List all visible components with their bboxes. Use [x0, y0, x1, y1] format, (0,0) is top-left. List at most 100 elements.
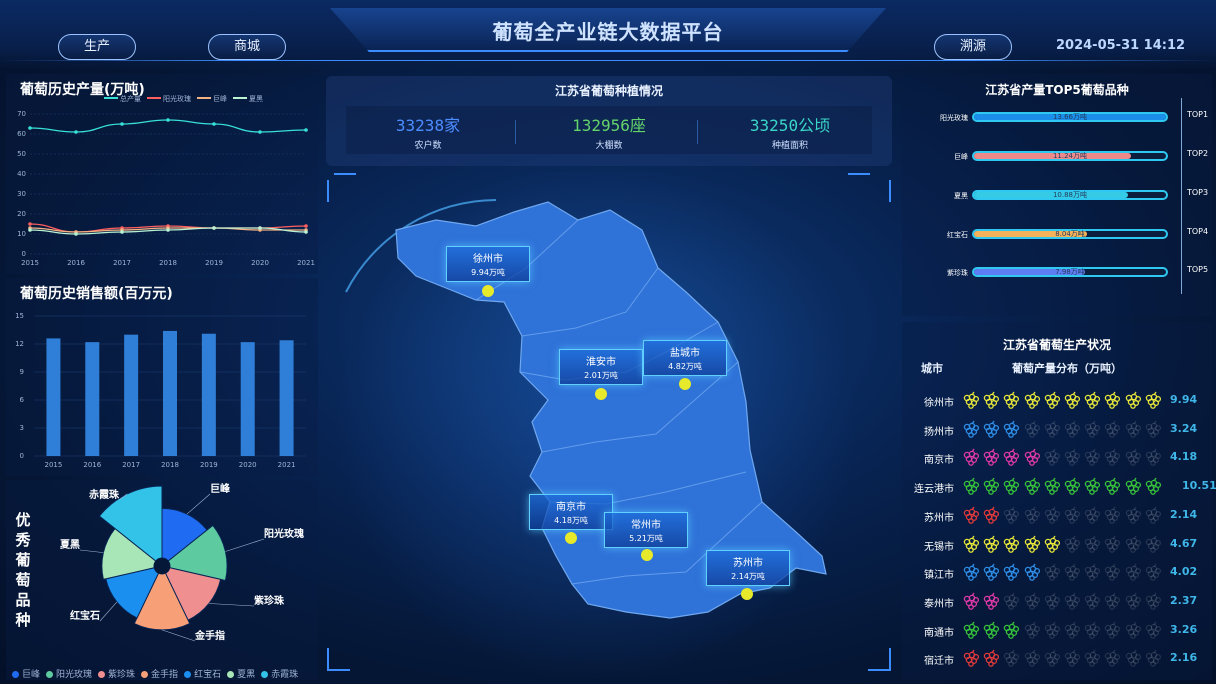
city-amount: 5.21万吨: [629, 534, 663, 543]
grape-icon: [1103, 506, 1121, 528]
map-marker: [679, 378, 691, 390]
grape-icon: [1124, 563, 1142, 585]
slice-label: 赤霞珠: [89, 488, 120, 501]
top5-value: 8.04万吨: [1055, 230, 1085, 238]
legend-item[interactable]: 巨峰: [12, 667, 40, 680]
grape-icon: [962, 391, 980, 413]
grape-icon: [982, 448, 1000, 470]
grape-icon: [1002, 448, 1020, 470]
x-tick-label: 2018: [161, 461, 179, 469]
grape-icon: [1023, 563, 1041, 585]
x-tick-label: 2018: [159, 259, 177, 267]
grape-icon: [1144, 477, 1162, 499]
grape-icon: [1083, 391, 1101, 413]
sales-bar: [46, 338, 61, 456]
nav-mall-button[interactable]: 商城: [208, 34, 286, 60]
sales-bar: [163, 330, 177, 456]
grape-icon: [1083, 506, 1101, 528]
sales-bar: [240, 342, 255, 456]
grape-icon: [1023, 391, 1041, 413]
legend-item[interactable]: 阳光玫瑰: [46, 667, 92, 680]
x-tick-label: 2017: [122, 461, 140, 469]
map-city-huaian[interactable]: 淮安市 2.01万吨: [559, 349, 643, 385]
nav-trace-button[interactable]: 溯源: [934, 34, 1012, 60]
legend-label: 红宝石: [194, 670, 222, 680]
grape-icon: [1023, 535, 1041, 557]
map-city-xuzhou[interactable]: 徐州市 9.94万吨: [446, 246, 530, 282]
slice-leader-line: [225, 538, 265, 552]
legend-item[interactable]: 红宝石: [184, 667, 221, 680]
map-corner: [868, 648, 891, 671]
y-tick-label: 0: [22, 250, 26, 258]
data-point: [120, 122, 124, 126]
map-marker: [641, 549, 653, 561]
data-point: [28, 126, 32, 130]
top5-variety: 巨峰: [954, 153, 968, 161]
grape-icon: [962, 506, 980, 528]
grape-icon: [1043, 621, 1061, 643]
legend-item[interactable]: 金手指: [141, 667, 178, 680]
grape-icon: [1144, 448, 1162, 470]
x-tick-label: 2019: [205, 259, 223, 267]
production-city: 徐州市: [924, 398, 954, 409]
grape-icon: [1002, 391, 1020, 413]
slice-leader-line: [186, 493, 211, 515]
grape-icon: [1043, 592, 1061, 614]
map-city-changzhou[interactable]: 常州市 5.21万吨: [604, 512, 688, 548]
y-tick-label: 60: [17, 130, 26, 138]
grape-icon: [982, 420, 1000, 442]
grape-icon: [1063, 649, 1081, 671]
grape-icon: [982, 621, 1000, 643]
grape-icon: [1083, 563, 1101, 585]
grape-icon: [1124, 621, 1142, 643]
grape-icon: [1043, 535, 1061, 557]
legend-swatch: [46, 671, 54, 678]
grape-icon: [1002, 649, 1020, 671]
legend-swatch: [233, 97, 247, 99]
grape-icon: [1043, 563, 1061, 585]
y-tick-label: 12: [15, 340, 24, 348]
data-point: [258, 130, 262, 134]
grape-icon: [1083, 592, 1101, 614]
planting-stats-card: 江苏省葡萄种植情况 33238家 农户数 132956座 大棚数 33250公顷…: [326, 76, 892, 166]
top5-value: 7.98万吨: [1055, 268, 1085, 276]
grape-icon: [1144, 563, 1162, 585]
grape-icon: [1124, 535, 1142, 557]
legend-swatch: [141, 671, 149, 678]
production-city: 宿迁市: [924, 656, 954, 668]
grape-icon: [1023, 477, 1041, 499]
production-city: 无锡市: [924, 541, 954, 553]
y-tick-label: 0: [20, 452, 24, 460]
production-col-dist: 葡萄产量分布（万吨）: [1012, 362, 1122, 375]
legend-item[interactable]: 夏黑: [227, 667, 255, 680]
map-marker: [595, 388, 607, 400]
data-point: [212, 226, 216, 230]
grape-icon: [962, 477, 980, 499]
y-tick-label: 40: [17, 170, 26, 178]
x-tick-label: 2017: [113, 259, 131, 267]
legend-swatch: [261, 671, 269, 678]
legend-item[interactable]: 紫珍珠: [98, 667, 135, 680]
slice-leader-line: [79, 549, 104, 553]
production-value: 3.24: [1170, 421, 1198, 435]
production-row: 连云港市 10.51: [908, 477, 1216, 499]
x-tick-label: 2019: [200, 461, 218, 469]
map-city-suzhou[interactable]: 苏州市 2.14万吨: [706, 550, 790, 586]
grape-icon: [1103, 649, 1121, 671]
data-point: [74, 130, 78, 134]
grape-icon: [1043, 448, 1061, 470]
grape-icon: [1083, 621, 1101, 643]
legend-swatch: [197, 97, 211, 99]
top5-rank: TOP4: [1187, 227, 1209, 236]
varieties-title: 优秀葡萄品种: [15, 511, 31, 629]
city-amount: 2.01万吨: [584, 371, 618, 380]
city-name: 淮安市: [586, 357, 616, 368]
map-corner: [327, 648, 350, 671]
map-city-nanjing[interactable]: 南京市 4.18万吨: [529, 494, 613, 530]
map-city-yancheng[interactable]: 盐城市 4.82万吨: [643, 340, 727, 376]
legend-item[interactable]: 赤霞珠: [261, 667, 298, 680]
grape-icon: [1023, 420, 1041, 442]
grape-icon: [1124, 649, 1142, 671]
grape-icon: [1002, 563, 1020, 585]
nav-production-button[interactable]: 生产: [58, 34, 136, 60]
